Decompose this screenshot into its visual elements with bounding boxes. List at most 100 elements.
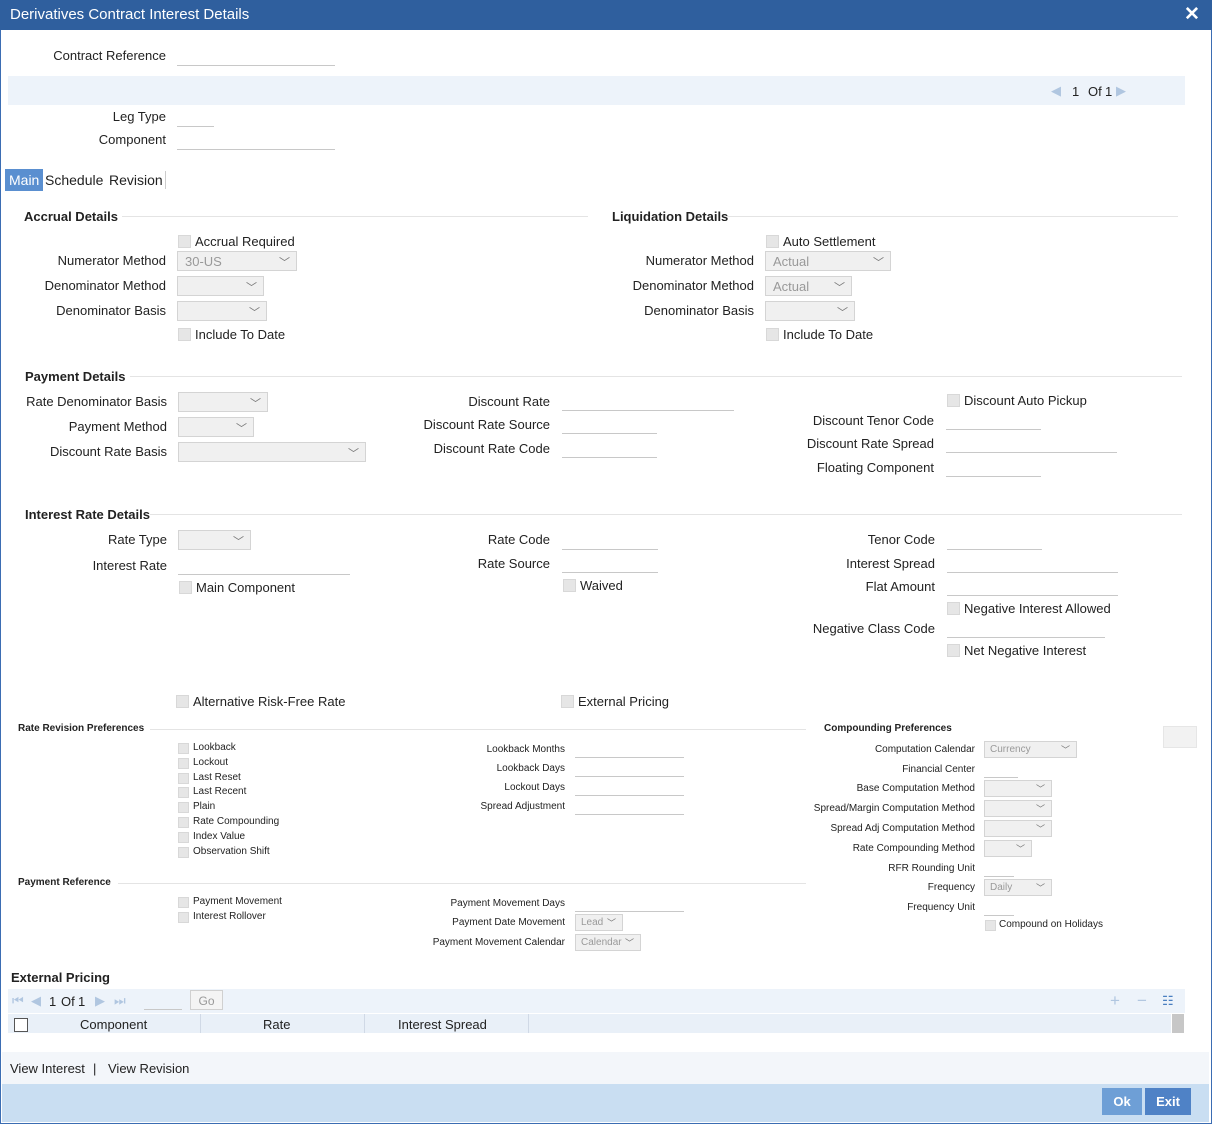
rate-revision-option-label: Lookback: [193, 742, 236, 753]
payment-movement-days-field[interactable]: [575, 895, 684, 912]
accrual-denominator-basis-select[interactable]: ﹀: [177, 301, 267, 321]
waived-checkbox[interactable]: [563, 579, 576, 592]
discount-auto-pickup-checkbox[interactable]: [947, 394, 960, 407]
frequency-select[interactable]: Daily ﹀: [984, 879, 1052, 896]
view-interest-link[interactable]: View Interest: [10, 1061, 85, 1076]
rate-source-field[interactable]: [562, 556, 658, 573]
add-row-icon[interactable]: +: [1110, 991, 1120, 1011]
accrual-denominator-method-select[interactable]: ﹀: [177, 276, 264, 296]
rate-revision-option-checkbox[interactable]: [178, 757, 189, 769]
main-component-checkbox[interactable]: [179, 581, 192, 594]
flat-amount-label: Flat Amount: [865, 579, 935, 594]
base-computation-method-select[interactable]: ﹀: [984, 780, 1052, 797]
alternative-risk-free-rate-checkbox[interactable]: [176, 695, 189, 708]
rate-denominator-basis-select[interactable]: ﹀: [178, 392, 268, 412]
liquidation-denominator-method-label: Denominator Method: [632, 278, 754, 293]
interest-spread-field[interactable]: [947, 556, 1118, 573]
interest-rate-field[interactable]: [178, 558, 350, 575]
negative-class-code-field[interactable]: [947, 621, 1105, 638]
compounding-side-button[interactable]: [1163, 726, 1197, 748]
close-icon[interactable]: ✕: [1184, 3, 1200, 26]
discount-rate-code-field[interactable]: [562, 441, 657, 458]
payment-date-movement-label: Payment Date Movement: [452, 917, 565, 928]
computation-calendar-select[interactable]: Currency ﹀: [984, 741, 1077, 758]
grid-col-divider: [200, 1014, 201, 1033]
accrual-include-to-date-checkbox[interactable]: [178, 328, 191, 341]
discount-rate-source-field[interactable]: [562, 417, 657, 434]
rate-revision-option-checkbox[interactable]: [178, 831, 189, 843]
interest-rollover-checkbox[interactable]: [178, 912, 189, 923]
rfr-rounding-unit-field[interactable]: [984, 860, 1014, 877]
frequency-unit-label: Frequency Unit: [907, 902, 975, 913]
rate-code-field[interactable]: [562, 533, 658, 550]
prev-page-icon[interactable]: ◀: [31, 993, 41, 1009]
single-view-icon[interactable]: ☷: [1162, 993, 1174, 1009]
liquidation-denominator-basis-select[interactable]: ﹀: [765, 301, 855, 321]
spread-margin-computation-method-select[interactable]: ﹀: [984, 800, 1052, 817]
prev-leg-icon[interactable]: ◀: [1051, 83, 1061, 99]
discount-rate-basis-select[interactable]: ﹀: [178, 442, 366, 462]
rate-revision-option-checkbox[interactable]: [178, 772, 189, 784]
spread-adjustment-field[interactable]: [575, 798, 684, 815]
component-field[interactable]: [177, 133, 335, 150]
rate-type-select[interactable]: ﹀: [178, 530, 251, 550]
tab-main[interactable]: Main: [5, 169, 44, 191]
rate-revision-option-checkbox[interactable]: [178, 743, 189, 754]
tab-revision[interactable]: Revision: [105, 169, 167, 191]
discount-rate-spread-field[interactable]: [946, 436, 1117, 453]
external-pricing-checkbox[interactable]: [561, 695, 574, 708]
net-negative-interest-checkbox[interactable]: [947, 644, 960, 657]
select-all-checkbox[interactable]: [14, 1018, 28, 1032]
floating-component-field[interactable]: [946, 460, 1041, 477]
next-leg-icon[interactable]: ▶: [1116, 83, 1126, 99]
flat-amount-field[interactable]: [947, 579, 1118, 596]
lockout-days-label: Lockout Days: [504, 782, 565, 793]
exit-button[interactable]: Exit: [1145, 1088, 1191, 1115]
rate-revision-option-checkbox[interactable]: [178, 787, 189, 799]
grid-scrollbar[interactable]: [1172, 1014, 1184, 1033]
go-button[interactable]: Go: [190, 990, 223, 1010]
accrual-divider: [122, 216, 588, 217]
rate-revision-option-checkbox[interactable]: [178, 802, 189, 814]
auto-settlement-checkbox[interactable]: [766, 235, 779, 248]
frequency-unit-field[interactable]: [984, 899, 1014, 916]
negative-interest-allowed-checkbox[interactable]: [947, 602, 960, 615]
tenor-code-field[interactable]: [947, 533, 1042, 550]
leg-type-field[interactable]: [177, 110, 214, 127]
rate-source-label: Rate Source: [477, 556, 550, 571]
discount-rate-basis-label: Discount Rate Basis: [49, 444, 167, 459]
financial-center-label: Financial Center: [902, 764, 975, 775]
liquidation-denominator-method-select[interactable]: Actual ﹀: [765, 276, 852, 296]
lookback-months-field[interactable]: [575, 741, 684, 758]
contract-reference-field[interactable]: [177, 49, 335, 66]
lookback-days-field[interactable]: [575, 760, 684, 777]
payment-movement-checkbox[interactable]: [178, 897, 189, 908]
liquidation-include-to-date-checkbox[interactable]: [766, 328, 779, 341]
accrual-numerator-method-select[interactable]: 30-US ﹀: [177, 251, 297, 271]
rate-revision-option-checkbox[interactable]: [178, 846, 189, 858]
page-number-input[interactable]: [144, 993, 182, 1010]
payment-method-select[interactable]: ﹀: [178, 417, 254, 437]
lookback-days-label: Lookback Days: [496, 763, 565, 774]
payment-date-movement-select[interactable]: Lead ﹀: [575, 914, 623, 931]
tab-schedule[interactable]: Schedule: [41, 169, 107, 191]
liquidation-numerator-method-select[interactable]: Actual ﹀: [765, 251, 891, 271]
next-page-icon[interactable]: ▶: [95, 993, 105, 1009]
rate-revision-option-checkbox[interactable]: [178, 817, 189, 828]
lockout-days-field[interactable]: [575, 779, 684, 796]
rate-compounding-method-select[interactable]: ﹀: [984, 840, 1032, 857]
ok-button[interactable]: Ok: [1102, 1088, 1142, 1115]
negative-interest-allowed-label: Negative Interest Allowed: [964, 601, 1111, 616]
discount-rate-field[interactable]: [562, 394, 734, 411]
view-revision-link[interactable]: View Revision: [108, 1061, 189, 1076]
financial-center-field[interactable]: [984, 761, 1018, 778]
discount-tenor-code-field[interactable]: [946, 413, 1041, 430]
compound-on-holidays-checkbox[interactable]: [985, 920, 996, 931]
first-page-icon[interactable]: ⏮: [12, 993, 24, 1009]
waived-label: Waived: [580, 578, 623, 593]
delete-row-icon[interactable]: −: [1137, 991, 1147, 1011]
payment-movement-calendar-select[interactable]: Calendar ﹀: [575, 934, 641, 951]
accrual-required-checkbox[interactable]: [178, 235, 191, 248]
spread-adj-computation-method-select[interactable]: ﹀: [984, 820, 1052, 837]
last-page-icon[interactable]: ⏭: [114, 993, 126, 1009]
